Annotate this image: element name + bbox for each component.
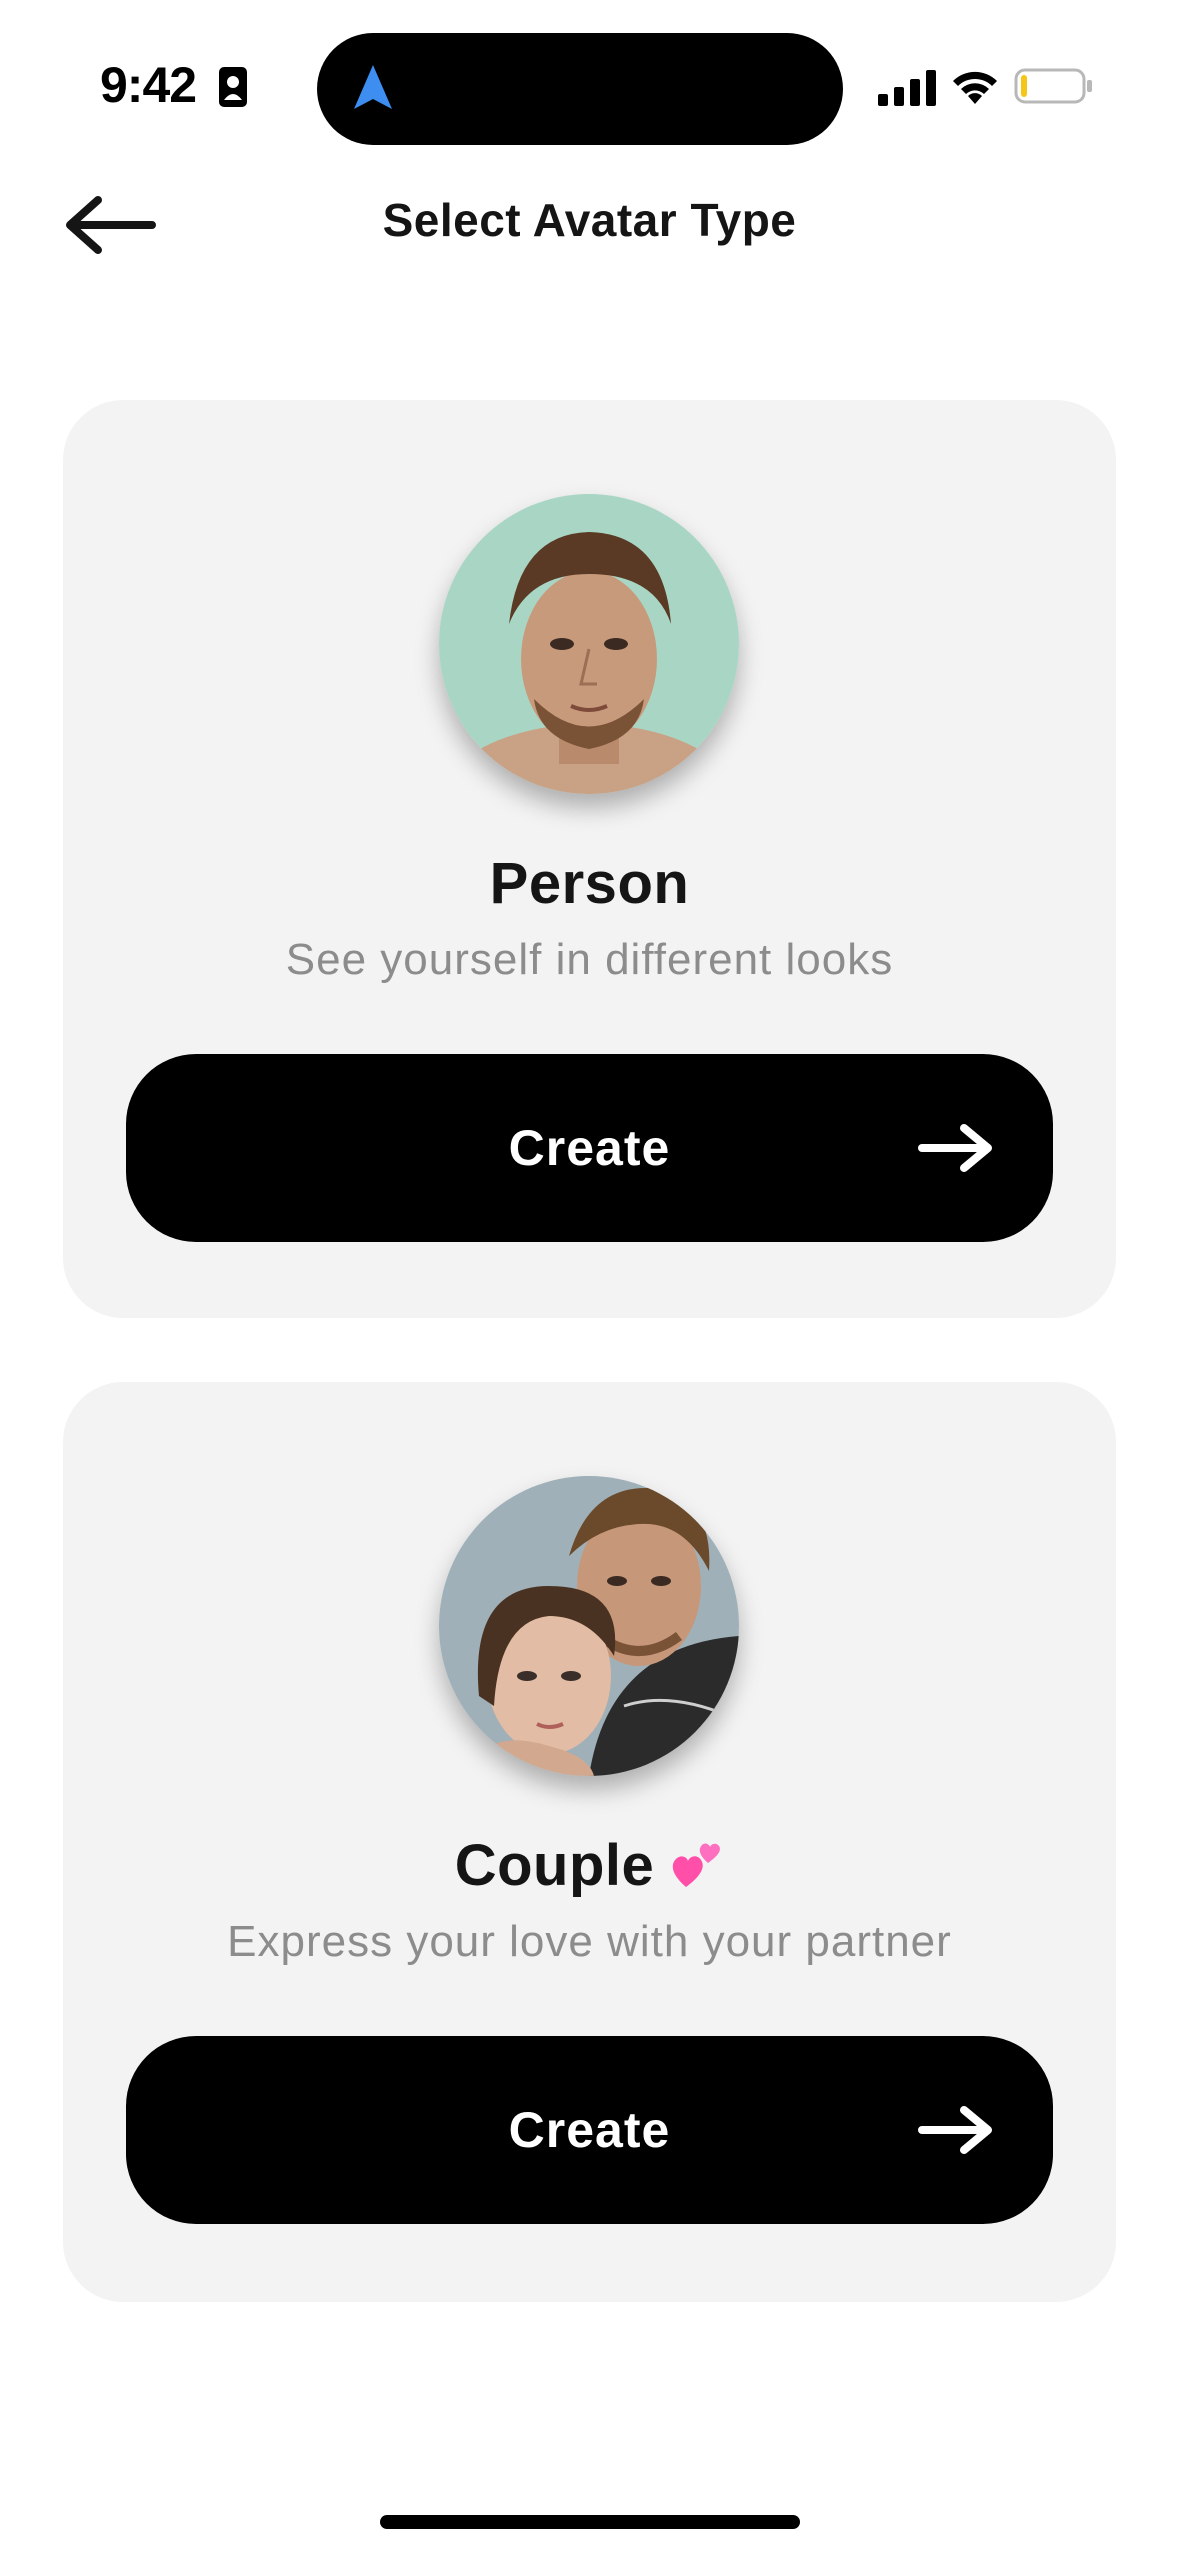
two-hearts-emoji-icon	[673, 1843, 721, 1887]
couple-title-row: Couple	[63, 1832, 1116, 1899]
create-button-label: Create	[508, 2102, 671, 2158]
dynamic-island	[317, 33, 843, 145]
person-avatar-card: Person See yourself in different looks C…	[63, 400, 1116, 1318]
arrow-right-icon	[918, 1124, 992, 1172]
contact-card-icon	[219, 67, 247, 107]
person-avatar-image	[439, 494, 739, 794]
couple-title: Couple	[454, 1833, 655, 1898]
couple-avatar-image	[439, 1476, 739, 1776]
page-title: Select Avatar Type	[382, 194, 797, 246]
wifi-icon	[953, 71, 997, 104]
create-person-button[interactable]: Create	[126, 1054, 1053, 1242]
location-arrow-icon	[354, 65, 392, 109]
couple-subtitle: Express your love with your partner	[227, 1917, 952, 1966]
status-time: 9:42	[100, 57, 197, 113]
person-title: Person	[489, 851, 690, 916]
create-button-label: Create	[508, 1120, 671, 1176]
create-couple-button[interactable]: Create	[126, 2036, 1053, 2224]
person-subtitle: See yourself in different looks	[285, 935, 894, 984]
cellular-signal-icon	[878, 70, 936, 106]
couple-avatar-card: Couple Express your love with your partn…	[63, 1382, 1116, 2302]
battery-low-icon	[1014, 68, 1092, 104]
home-indicator[interactable]	[380, 2515, 800, 2529]
status-bar: 9:42	[0, 0, 1179, 150]
arrow-right-icon	[918, 2106, 992, 2154]
